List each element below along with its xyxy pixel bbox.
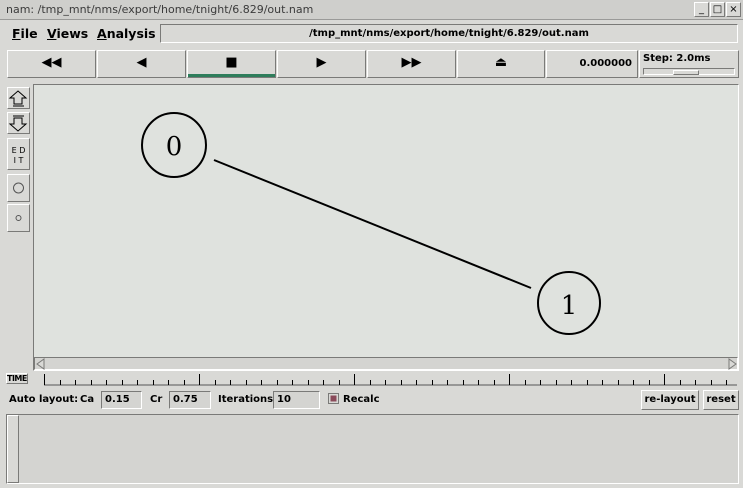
vertical-scrollbar[interactable] [7, 415, 19, 483]
ca-input[interactable]: 0.15 [101, 391, 142, 409]
node-0-label: 0 [166, 132, 183, 162]
iterations-input[interactable]: 10 [273, 391, 320, 409]
link-0-1[interactable] [213, 159, 532, 289]
annotation-panel[interactable] [6, 414, 739, 484]
step-slider[interactable] [643, 68, 735, 75]
recalc-label: Recalc [343, 394, 380, 405]
scroll-left-arrow-icon [36, 358, 45, 370]
network-canvas[interactable]: 0 1 [33, 84, 739, 371]
reset-button[interactable]: reset [703, 390, 739, 410]
node-1-label: 1 [561, 291, 578, 321]
maximize-button[interactable]: □ [710, 2, 725, 17]
scroll-right-arrow-icon [728, 358, 737, 370]
fast-forward-button[interactable]: ▶▶ [367, 50, 456, 78]
edit-button[interactable]: E D I T [7, 138, 30, 170]
ca-label: Ca [80, 394, 95, 405]
time-display: 0.000000 [546, 50, 638, 78]
menu-views[interactable]: Views [47, 26, 88, 41]
zoom-out-button[interactable] [7, 112, 30, 134]
recalc-check-icon [330, 395, 337, 402]
relayout-button[interactable]: re-layout [641, 390, 699, 410]
auto-layout-bar: Auto layout: Ca 0.15 Cr 0.75 Iterations … [0, 388, 743, 412]
stop-button[interactable]: ■ [187, 50, 276, 78]
step-back-button[interactable]: ◀ [97, 50, 186, 78]
menu-file[interactable]: File [12, 26, 38, 41]
network-graph: 0 1 [141, 112, 601, 335]
menu-analysis[interactable]: Analysis [97, 26, 156, 41]
circle-small-icon [15, 215, 22, 221]
cr-input[interactable]: 0.75 [169, 391, 211, 409]
timeline[interactable]: TIME [6, 372, 739, 387]
title-bar: nam: /tmp_mnt/nms/export/home/tnight/6.8… [0, 0, 743, 20]
eject-button[interactable]: ⏏ [457, 50, 545, 78]
timeline-ruler [44, 374, 737, 386]
close-button[interactable]: × [726, 2, 741, 17]
zoom-out-icon [8, 115, 28, 132]
cr-label: Cr [150, 394, 163, 405]
recalc-checkbox[interactable] [328, 393, 339, 404]
file-path-display: /tmp_mnt/nms/export/home/tnight/6.829/ou… [160, 24, 738, 43]
node-0[interactable]: 0 [141, 112, 207, 178]
step-slider-thumb[interactable] [673, 70, 699, 75]
timeline-label: TIME [6, 373, 28, 384]
zoom-in-button[interactable] [7, 87, 30, 109]
circle-large-icon [13, 182, 24, 194]
window-title: nam: /tmp_mnt/nms/export/home/tnight/6.8… [6, 3, 314, 16]
iterations-label: Iterations [218, 394, 274, 405]
auto-layout-label: Auto layout: [9, 394, 79, 405]
rewind-button[interactable]: ◀◀ [7, 50, 96, 78]
zoom-in-icon [8, 90, 28, 107]
horizontal-scrollbar[interactable] [34, 357, 738, 370]
step-control: Step: 2.0ms [639, 50, 739, 78]
agent-tool-button[interactable] [7, 204, 30, 232]
step-label: Step: 2.0ms [643, 53, 711, 64]
node-tool-button[interactable] [7, 174, 30, 202]
node-1[interactable]: 1 [537, 271, 601, 335]
play-button[interactable]: ▶ [277, 50, 366, 78]
minimize-button[interactable]: _ [694, 2, 709, 17]
